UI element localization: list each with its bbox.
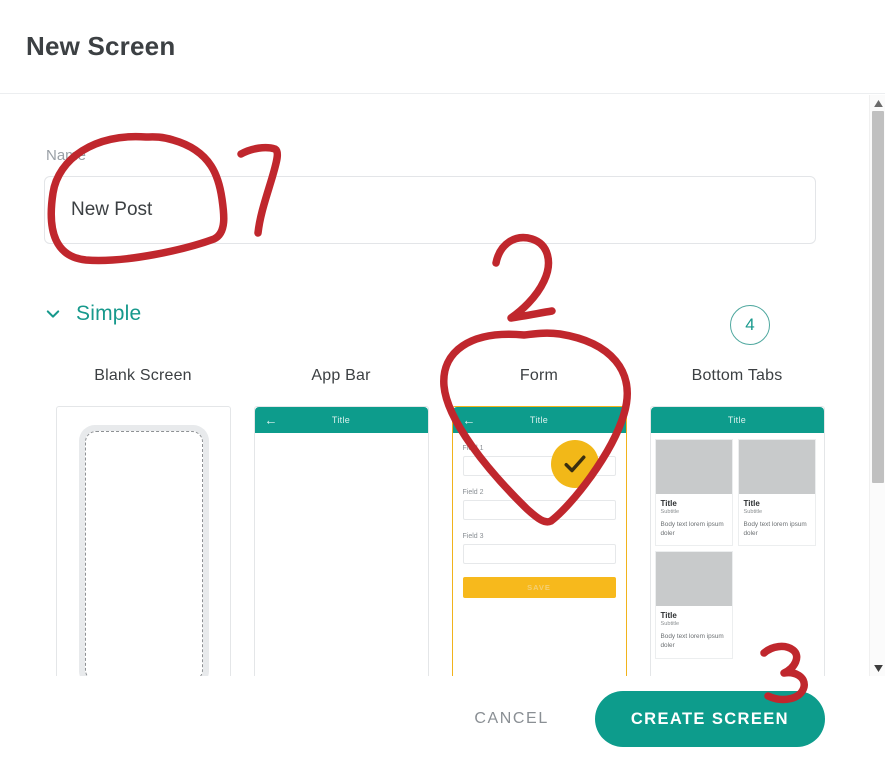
template-caption: Bottom Tabs bbox=[691, 367, 783, 384]
form-template-card[interactable]: ← Title Field 1 Field 2 Field 3 SAVE bbox=[451, 406, 627, 676]
page-title: New Screen bbox=[26, 31, 176, 61]
preview-card-body: Body text lorem ipsum doler bbox=[660, 633, 724, 649]
name-field-label: Name bbox=[46, 147, 87, 164]
scroll-up-arrow-icon[interactable] bbox=[870, 95, 885, 111]
name-field: Name bbox=[44, 147, 816, 244]
chevron-down-icon bbox=[44, 305, 62, 323]
template-caption: Blank Screen bbox=[94, 367, 192, 384]
template-option-app-bar[interactable]: App Bar ← Title bbox=[242, 367, 440, 676]
template-option-blank-screen[interactable]: Blank Screen bbox=[44, 367, 242, 676]
section-count-badge: 4 bbox=[730, 305, 770, 345]
name-input[interactable] bbox=[44, 176, 816, 244]
phone-inner-dashed bbox=[84, 431, 203, 676]
form-field-label: Field 2 bbox=[462, 489, 484, 496]
preview-app-bar-title: Title bbox=[529, 415, 549, 425]
preview-card-subtitle: Subtitle bbox=[660, 621, 680, 628]
preview-form-body: Field 1 Field 2 Field 3 SAVE bbox=[453, 433, 626, 598]
blank-screen-card[interactable] bbox=[55, 406, 231, 676]
template-caption: App Bar bbox=[311, 367, 371, 384]
selected-check-badge bbox=[550, 440, 599, 488]
preview-app-bar: ← Title bbox=[452, 407, 626, 433]
form-field-input[interactable] bbox=[462, 500, 616, 520]
phone-frame bbox=[78, 425, 209, 676]
arrow-left-icon: ← bbox=[264, 412, 278, 428]
scrollbar-thumb[interactable] bbox=[872, 111, 884, 483]
form-field-input[interactable] bbox=[462, 544, 616, 564]
template-caption: Form bbox=[519, 367, 559, 384]
placeholder-image bbox=[655, 552, 732, 607]
check-icon bbox=[564, 455, 585, 473]
preview-card-title: Title bbox=[660, 611, 677, 621]
app-bar-card[interactable]: ← Title bbox=[253, 406, 429, 676]
preview-grid-card: Title Subtitle Body text lorem ipsum dol… bbox=[654, 439, 733, 547]
placeholder-image bbox=[655, 440, 732, 494]
preview-app-bar-title: Title bbox=[727, 415, 747, 425]
preview-card-grid: Title Subtitle Body text lorem ipsum dol… bbox=[651, 433, 824, 659]
preview-app-bar: Title bbox=[650, 407, 824, 433]
new-screen-dialog: New Screen Name Simple 4 Blank bbox=[0, 0, 885, 762]
preview-card-body: Body text lorem ipsum doler bbox=[660, 521, 724, 537]
preview-card-title: Title bbox=[743, 499, 760, 508]
section-toggle-simple[interactable]: Simple bbox=[44, 302, 141, 326]
preview-app-bar: ← Title bbox=[254, 407, 428, 433]
dialog-body: Name Simple 4 Blank Screen bbox=[0, 95, 869, 676]
dialog-header: New Screen bbox=[0, 0, 885, 94]
template-grid: Blank Screen App Bar ← Title Form ← Titl… bbox=[44, 367, 836, 676]
preview-grid-card: Title Subtitle Body text lorem ipsum dol… bbox=[737, 439, 816, 547]
preview-app-bar-title: Title bbox=[331, 415, 351, 425]
preview-card-title: Title bbox=[660, 499, 677, 508]
preview-grid-card: Title Subtitle Body text lorem ipsum dol… bbox=[654, 551, 733, 659]
placeholder-image bbox=[738, 440, 815, 494]
create-screen-button[interactable]: CREATE SCREEN bbox=[594, 691, 825, 747]
form-field-label: Field 3 bbox=[462, 533, 484, 540]
arrow-left-icon: ← bbox=[462, 412, 476, 428]
cancel-button[interactable]: CANCEL bbox=[456, 698, 567, 740]
template-option-form[interactable]: Form ← Title Field 1 Field 2 Field 3 SAV… bbox=[440, 367, 638, 676]
preview-card-body: Body text lorem ipsum doler bbox=[743, 521, 807, 537]
template-option-bottom-tabs[interactable]: Bottom Tabs Title Title Subtitle Body te… bbox=[638, 367, 836, 676]
preview-card-subtitle: Subtitle bbox=[743, 509, 763, 515]
preview-card-subtitle: Subtitle bbox=[660, 509, 680, 515]
preview-save-button[interactable]: SAVE bbox=[462, 577, 616, 598]
bottom-tabs-card[interactable]: Title Title Subtitle Body text lorem ips… bbox=[649, 406, 825, 676]
section-row: Simple 4 bbox=[44, 302, 816, 348]
scroll-down-arrow-icon[interactable] bbox=[870, 660, 885, 676]
dialog-footer: CANCEL CREATE SCREEN bbox=[0, 676, 869, 762]
section-label: Simple bbox=[76, 302, 142, 325]
vertical-scrollbar[interactable] bbox=[869, 95, 885, 676]
